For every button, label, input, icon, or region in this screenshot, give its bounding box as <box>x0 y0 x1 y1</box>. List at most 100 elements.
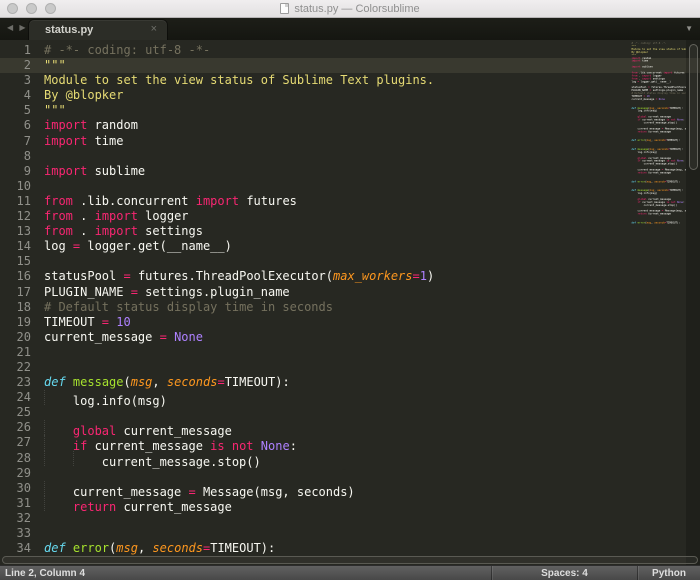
indent-guide <box>44 480 73 496</box>
code-token: By @blopker <box>44 88 124 103</box>
code-line[interactable]: 20 current_message = None <box>0 330 700 345</box>
code-token: TIMEOUT): <box>666 180 681 184</box>
code-token: futures <box>672 71 685 75</box>
code-line[interactable]: 6 import random <box>0 118 700 133</box>
line-number: 20 <box>16 329 31 344</box>
code-line[interactable]: 16 statusPool = futures.ThreadPoolExecuto… <box>0 269 700 284</box>
code-token: logger.get(__name__) <box>80 239 232 254</box>
code-token: seconds <box>654 180 665 184</box>
document-proxy-icon[interactable] <box>280 3 290 14</box>
code-token: log.info(msg) <box>631 150 658 154</box>
vertical-scrollbar[interactable] <box>689 44 698 170</box>
code-token: TIMEOUT): <box>666 221 681 225</box>
code-token: = <box>130 284 138 299</box>
horizontal-scrollbar[interactable] <box>2 556 698 564</box>
code-token: sublime <box>640 65 653 69</box>
code-line[interactable]: 15 <box>0 254 700 269</box>
code-line[interactable]: 12 from . import logger <box>0 209 700 224</box>
code-token: current_message <box>646 130 671 134</box>
code-line[interactable]: 22 <box>0 360 700 375</box>
code-token: error <box>637 139 646 142</box>
code-token: , <box>137 541 153 556</box>
code-line[interactable]: 19 TIMEOUT = 10 <box>0 315 700 330</box>
zoom-window-button[interactable] <box>45 3 56 14</box>
indent-guide <box>44 495 73 511</box>
code-token: = <box>217 375 225 390</box>
tab-nav-back-icon[interactable]: ◀ <box>7 23 13 32</box>
line-number: 34 <box>16 541 31 556</box>
code-token: statusPool <box>44 269 124 284</box>
code-line[interactable]: 9 import sublime <box>0 164 700 179</box>
close-window-button[interactable] <box>7 3 18 14</box>
code-token: import <box>94 209 138 224</box>
code-token: def <box>44 375 66 390</box>
line-number: 13 <box>16 224 31 239</box>
minimap-line: def error(msg, seconds=TIMEOUT): <box>626 180 686 183</box>
code-token: TIMEOUT): <box>666 139 681 142</box>
code-line[interactable]: 11 from .lib.concurrent import futures <box>0 194 700 209</box>
code-token: return <box>637 171 647 175</box>
indent-spaces-setting[interactable]: Spaces: 4 <box>491 566 637 580</box>
syntax-language[interactable]: Python <box>637 566 700 580</box>
editor[interactable]: 1 # -*- coding: utf-8 -*- 2 """ 3 Module to s… <box>0 40 700 565</box>
code-token: time <box>640 59 649 63</box>
tab-close-icon[interactable]: × <box>151 24 157 35</box>
tab-statuspy[interactable]: status.py × <box>29 20 167 40</box>
code-line[interactable]: 2 """ <box>0 58 700 74</box>
line-number: 23 <box>16 375 31 390</box>
code-line[interactable]: 10 <box>0 179 700 194</box>
code-line[interactable]: 8 <box>0 149 700 164</box>
code-token: seconds <box>654 221 665 225</box>
indent-guide <box>44 450 73 466</box>
code-token: TIMEOUT): <box>224 375 290 390</box>
code-line[interactable]: 7 import time <box>0 134 700 149</box>
code-token: current_message <box>646 171 671 175</box>
code-token: def <box>44 541 66 556</box>
code-token: import <box>631 59 641 63</box>
code-line[interactable]: 1 # -*- coding: utf-8 -*- <box>0 43 700 58</box>
line-number: 7 <box>23 133 31 148</box>
code-token: seconds <box>166 375 218 390</box>
code-line[interactable]: 27 if current_message is not None: <box>0 435 700 454</box>
line-number: 19 <box>16 314 31 329</box>
minimize-window-button[interactable] <box>26 3 37 14</box>
code-line[interactable]: 14 log = logger.get(__name__) <box>0 239 700 254</box>
code-token: from <box>44 224 73 239</box>
code-token: """ <box>44 103 66 118</box>
code-line[interactable]: 18 # Default status display time in secon… <box>0 300 700 315</box>
title-bar: status.py — Colorsublime <box>0 0 700 18</box>
code-line[interactable]: 13 from . import settings <box>0 224 700 239</box>
code-token: Module to set the view status of Sublime… <box>44 73 435 88</box>
code-token: random <box>87 118 138 133</box>
code-line[interactable]: 5 """ <box>0 103 700 118</box>
code-line[interactable]: 24 log.info(msg) <box>0 390 700 408</box>
code-line[interactable]: 17 PLUGIN_NAME = settings.plugin_name <box>0 285 700 300</box>
code-area[interactable]: 1 # -*- coding: utf-8 -*- 2 """ 3 Module to s… <box>0 43 700 556</box>
code-token: , <box>152 375 167 390</box>
code-token: import <box>195 193 240 208</box>
line-number: 18 <box>16 299 31 314</box>
tab-nav-forward-icon[interactable]: ▶ <box>19 23 25 32</box>
code-token: logger <box>137 209 189 224</box>
code-line[interactable]: 23 def message(msg, seconds=TIMEOUT): <box>0 375 700 390</box>
code-token: import <box>663 71 673 75</box>
code-token: None <box>174 329 203 344</box>
code-token: from <box>44 193 73 208</box>
code-line[interactable]: 34 def error(msg, seconds=TIMEOUT): <box>0 541 700 556</box>
code-line[interactable]: 28 current_message.stop() <box>0 450 700 469</box>
code-token: . <box>72 209 95 224</box>
code-line[interactable]: 33 <box>0 526 700 541</box>
code-line[interactable]: 26 global current_message <box>0 420 700 438</box>
code-line[interactable]: 4 By @blopker <box>0 88 700 103</box>
line-number: 9 <box>23 163 31 178</box>
code-line[interactable]: 30 current_message = Message(msg, second… <box>0 480 700 499</box>
line-number: 11 <box>16 193 31 208</box>
line-number: 1 <box>23 43 31 57</box>
tab-overflow-icon[interactable]: ▼ <box>685 24 693 33</box>
minimap[interactable]: # -*- coding: utf-8 -*- """ Module to set … <box>626 42 686 565</box>
code-line[interactable]: 21 <box>0 345 700 360</box>
code-token: error <box>72 541 110 556</box>
code-line[interactable]: 3 Module to set the view status of Sublim… <box>0 73 700 88</box>
code-token: ( <box>123 375 131 390</box>
code-token: 1 <box>419 269 427 284</box>
